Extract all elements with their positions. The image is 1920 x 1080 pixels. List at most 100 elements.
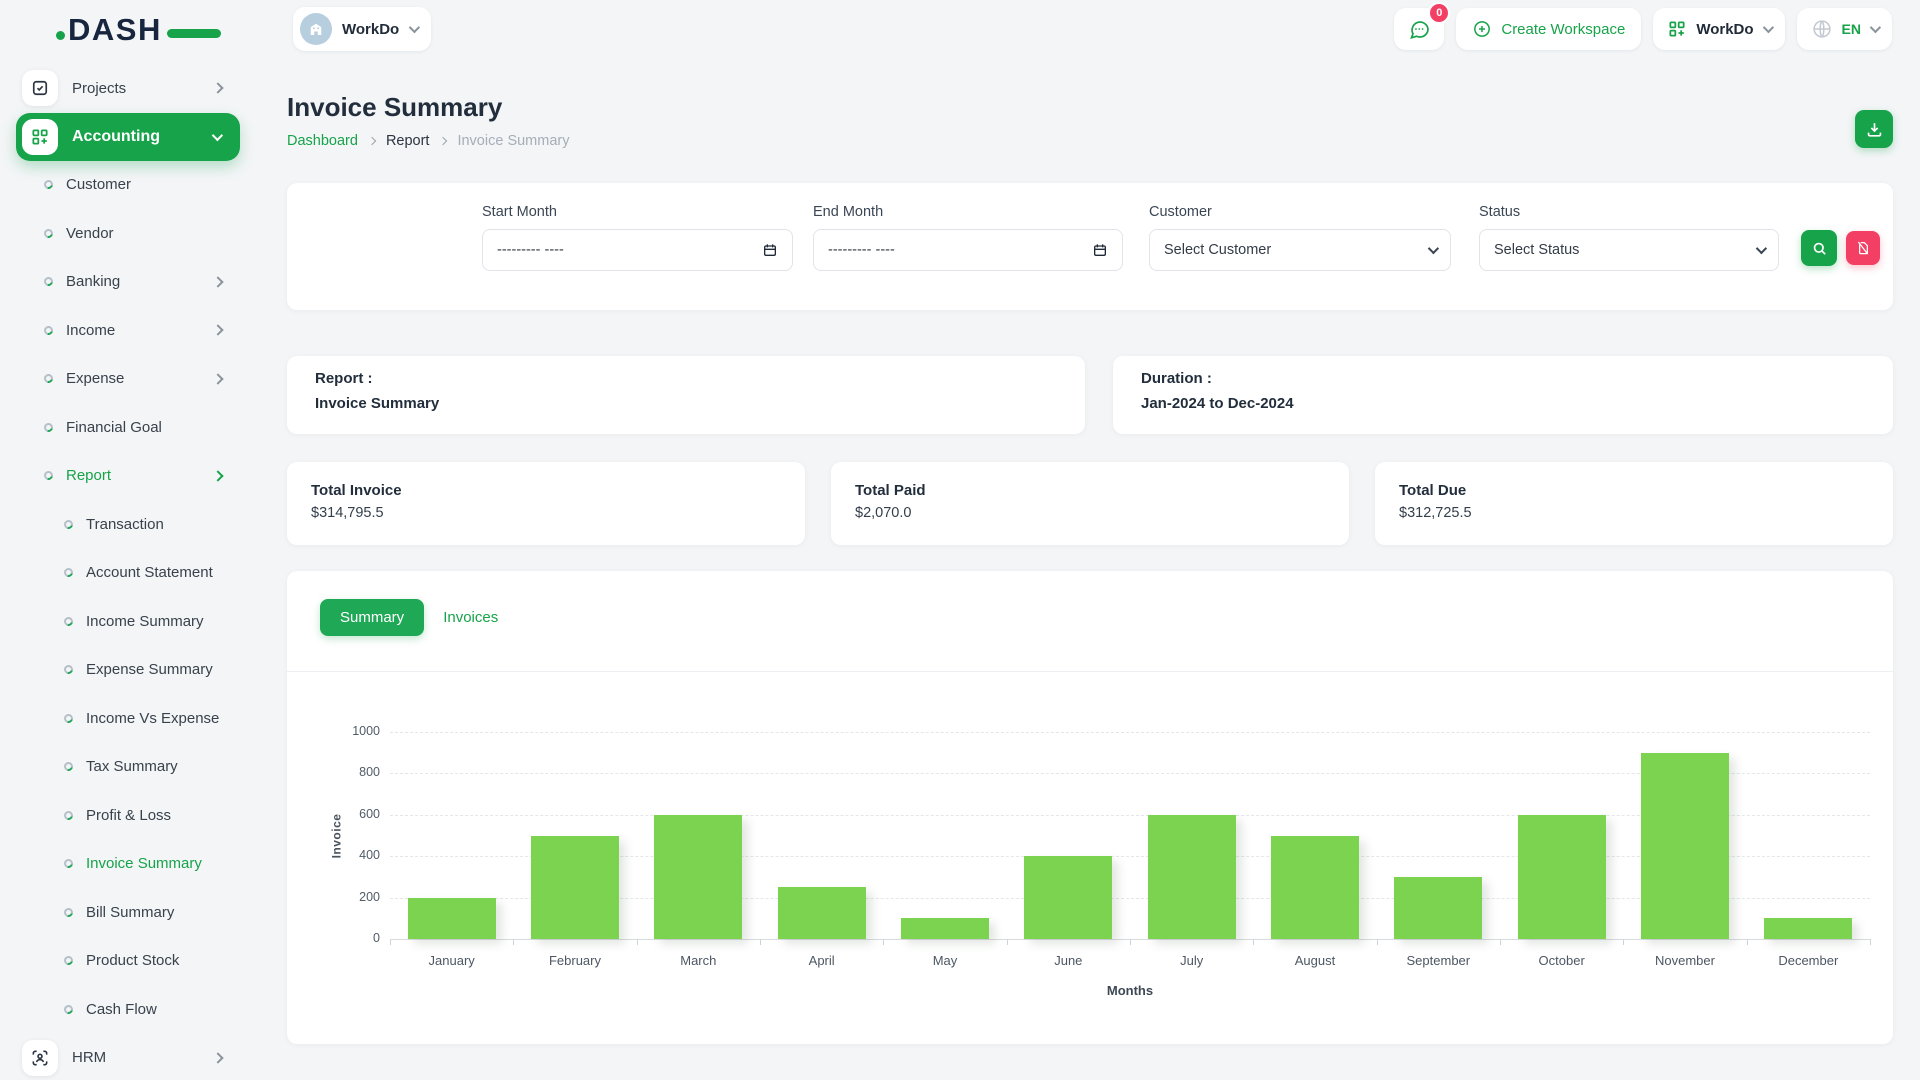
end-month-input[interactable]: --------- ---- — [813, 229, 1123, 271]
bar-march[interactable] — [654, 815, 742, 939]
bar-september[interactable] — [1394, 877, 1482, 939]
total-value: $312,725.5 — [1399, 505, 1869, 521]
sidebar-item-report[interactable]: Report — [0, 452, 258, 501]
chevron-right-icon — [212, 325, 223, 336]
create-workspace-button[interactable]: Create Workspace — [1456, 8, 1641, 50]
status-select-value: Select Status — [1494, 242, 1756, 258]
bar-may[interactable] — [901, 918, 989, 939]
sidebar-item-label: Financial Goal — [66, 419, 162, 436]
sidebar-item-customer[interactable]: Customer — [0, 161, 258, 210]
workdo-menu-button[interactable]: WorkDo — [1653, 8, 1784, 50]
chevron-down-icon — [409, 22, 420, 33]
sidebar-item-account-statement[interactable]: Account Statement — [0, 549, 258, 598]
apply-filter-button[interactable] — [1801, 230, 1837, 266]
sidebar-item-invoice-summary[interactable]: Invoice Summary — [0, 840, 258, 889]
sidebar-item-tax-summary[interactable]: Tax Summary — [0, 743, 258, 792]
sidebar-item-label: Income Summary — [86, 613, 204, 630]
sidebar-item-expense-summary[interactable]: Expense Summary — [0, 646, 258, 695]
bar-december[interactable] — [1764, 918, 1852, 939]
start-month-input[interactable]: --------- ---- — [482, 229, 793, 271]
download-button[interactable] — [1855, 110, 1893, 148]
x-tick-mark — [1870, 939, 1871, 945]
start-month-field: Start Month --------- ---- — [482, 204, 793, 310]
sidebar-item-cash-flow[interactable]: Cash Flow — [0, 985, 258, 1034]
sidebar-item-income-vs-expense[interactable]: Income Vs Expense — [0, 694, 258, 743]
report-value: Invoice Summary — [315, 394, 1057, 414]
workspace-selector[interactable]: WorkDo — [293, 7, 431, 51]
x-tick-mark — [637, 939, 638, 945]
total-card-total-invoice: Total Invoice$314,795.5 — [287, 462, 805, 545]
bullet-icon — [42, 324, 54, 336]
y-tick-label: 600 — [340, 807, 380, 821]
bar-february[interactable] — [531, 836, 619, 940]
sidebar-item-financial-goal[interactable]: Financial Goal — [0, 403, 258, 452]
chevron-right-icon — [212, 1052, 223, 1063]
breadcrumb-dashboard[interactable]: Dashboard — [287, 133, 358, 149]
bar-july[interactable] — [1148, 815, 1236, 939]
sidebar-item-income-summary[interactable]: Income Summary — [0, 597, 258, 646]
sidebar-item-income[interactable]: Income — [0, 306, 258, 355]
x-tick-mark — [1130, 939, 1131, 945]
grid-plus-icon — [1667, 19, 1687, 39]
sidebar-item-hrm[interactable]: HRM — [0, 1034, 258, 1080]
sidebar-nav: ProjectsAccountingCustomerVendorBankingI… — [0, 64, 258, 1080]
create-workspace-label: Create Workspace — [1501, 21, 1625, 38]
total-card-total-paid: Total Paid$2,070.0 — [831, 462, 1349, 545]
bar-august[interactable] — [1271, 836, 1359, 940]
sidebar-item-profit-loss[interactable]: Profit & Loss — [0, 791, 258, 840]
tab-summary[interactable]: Summary — [320, 599, 424, 636]
sidebar-item-expense[interactable]: Expense — [0, 355, 258, 404]
end-month-label: End Month — [813, 204, 1123, 220]
invoice-bar-chart: Invoice Months 02004006008001000JanuaryF… — [390, 732, 1870, 939]
notification-badge: 0 — [1428, 2, 1450, 24]
sidebar-item-label: Cash Flow — [86, 1001, 157, 1018]
customer-select[interactable]: Select Customer — [1149, 229, 1451, 271]
bullet-icon — [42, 276, 54, 288]
bar-november[interactable] — [1641, 753, 1729, 939]
customer-field: Customer Select Customer — [1149, 204, 1451, 310]
status-select[interactable]: Select Status — [1479, 229, 1779, 271]
x-tick-mark — [1747, 939, 1748, 945]
sidebar-item-label: Bill Summary — [86, 904, 174, 921]
bullet-icon — [62, 809, 74, 821]
sidebar-item-banking[interactable]: Banking — [0, 258, 258, 307]
sidebar-item-projects[interactable]: Projects — [0, 64, 258, 113]
sidebar-item-accounting[interactable]: Accounting — [16, 113, 240, 161]
bullet-icon — [62, 712, 74, 724]
x-tick-mark — [1007, 939, 1008, 945]
customer-select-value: Select Customer — [1164, 242, 1428, 258]
x-tick-label: October — [1500, 953, 1623, 968]
messenger-button[interactable]: 0 — [1394, 8, 1444, 50]
duration-card: Duration : Jan-2024 to Dec-2024 — [1113, 356, 1893, 434]
sidebar-item-label: Product Stock — [86, 952, 179, 969]
plus-circle-icon — [1472, 19, 1492, 39]
sidebar-item-vendor[interactable]: Vendor — [0, 209, 258, 258]
tab-invoices[interactable]: Invoices — [443, 609, 498, 626]
report-label: Report : — [315, 369, 1057, 389]
chevron-right-icon — [212, 470, 223, 481]
bar-january[interactable] — [408, 898, 496, 939]
logo-dot-icon — [56, 31, 65, 40]
language-selector[interactable]: EN — [1797, 8, 1892, 50]
sidebar-item-bill-summary[interactable]: Bill Summary — [0, 888, 258, 937]
x-tick-label: September — [1377, 953, 1500, 968]
sidebar-item-label: Projects — [72, 80, 126, 97]
filter-actions — [1801, 227, 1880, 269]
bar-june[interactable] — [1024, 856, 1112, 939]
bar-april[interactable] — [778, 887, 866, 939]
chevron-down-icon — [1756, 243, 1767, 254]
bar-october[interactable] — [1518, 815, 1606, 939]
bullet-icon — [42, 373, 54, 385]
bullet-icon — [62, 615, 74, 627]
calendar-icon[interactable] — [1092, 242, 1108, 258]
reset-filter-button[interactable] — [1846, 231, 1880, 265]
breadcrumb-report[interactable]: Report — [386, 133, 430, 149]
sidebar-item-transaction[interactable]: Transaction — [0, 500, 258, 549]
dash-logo[interactable]: DASH — [68, 11, 193, 47]
calendar-icon[interactable] — [762, 242, 778, 258]
x-tick-mark — [883, 939, 884, 945]
top-header: DASH WorkDo 0 Create Workspace WorkDo — [0, 0, 1920, 58]
sidebar-item-label: Invoice Summary — [86, 855, 202, 872]
chart-panel: Summary Invoices Invoice Months 020040060… — [287, 571, 1893, 1044]
sidebar-item-product-stock[interactable]: Product Stock — [0, 937, 258, 986]
